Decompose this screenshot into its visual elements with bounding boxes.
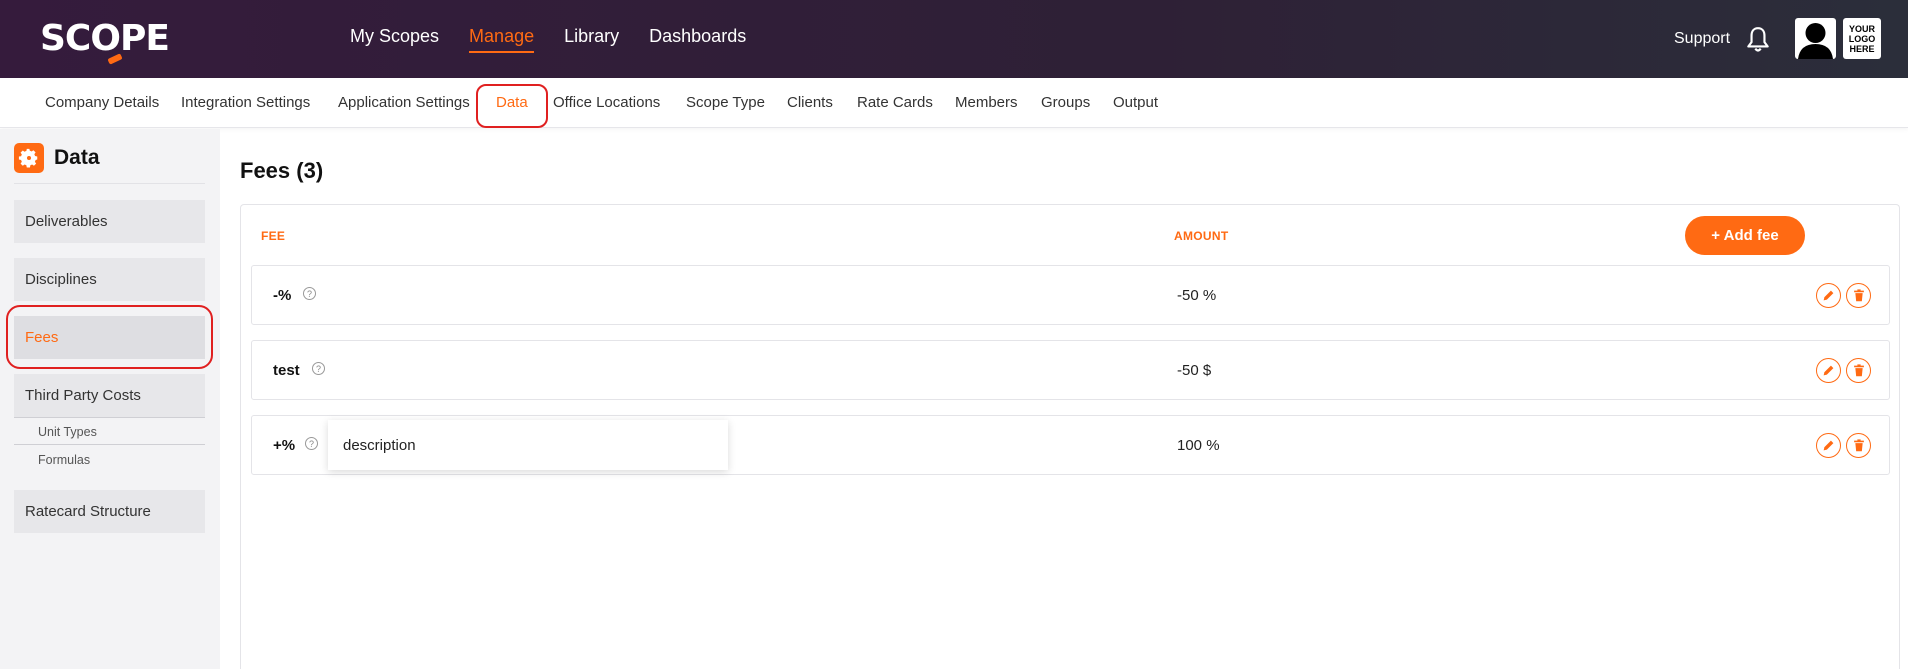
fee-amount: -50 % — [1177, 287, 1217, 304]
logo-text: SCOPE — [40, 18, 170, 59]
edit-button[interactable] — [1816, 433, 1841, 458]
subnav-application-settings[interactable]: Application Settings — [338, 94, 470, 111]
company-logo-text: YOUR LOGO HERE — [1848, 23, 1876, 54]
top-bar: SCOPE My Scopes Manage Library Dashboard… — [0, 0, 1908, 78]
sidebar-subitem-unit-types[interactable]: Unit Types — [38, 425, 97, 439]
sidebar-title: Data — [14, 143, 100, 173]
subnav-rate-cards[interactable]: Rate Cards — [857, 94, 933, 111]
bell-icon[interactable] — [1745, 26, 1771, 54]
sidebar-title-text: Data — [54, 146, 100, 169]
subnav-integration-settings[interactable]: Integration Settings — [181, 94, 310, 111]
pencil-icon — [1823, 440, 1834, 451]
fee-name: +% — [273, 437, 296, 454]
subnav-office-locations[interactable]: Office Locations — [553, 94, 660, 111]
gear-icon — [14, 143, 44, 173]
sidebar-item-label: Fees — [25, 329, 59, 346]
pencil-icon — [1823, 290, 1834, 301]
trash-icon — [1853, 289, 1864, 302]
subnav-company-details[interactable]: Company Details — [45, 94, 159, 111]
sidebar-item-ratecard-structure[interactable]: Ratecard Structure — [14, 490, 205, 533]
delete-button[interactable] — [1846, 283, 1871, 308]
sidebar-item-fees[interactable]: Fees — [14, 316, 205, 359]
subnav-data[interactable]: Data — [496, 94, 528, 111]
subnav-members[interactable]: Members — [955, 94, 1018, 111]
subnav-output[interactable]: Output — [1113, 94, 1158, 111]
page-title: Fees (3) — [240, 158, 324, 183]
tooltip-text: description — [343, 436, 416, 454]
help-icon[interactable]: ? — [303, 287, 316, 300]
main-nav-my-scopes[interactable]: My Scopes — [350, 26, 439, 53]
main-nav: My Scopes Manage Library Dashboards — [350, 26, 746, 53]
sidebar-item-label: Ratecard Structure — [25, 503, 151, 520]
subnav-groups[interactable]: Groups — [1041, 94, 1090, 111]
divider — [14, 417, 205, 418]
table-row: -% ? -50 % — [251, 265, 1890, 325]
trash-icon — [1853, 364, 1864, 377]
company-logo[interactable]: YOUR LOGO HERE — [1843, 18, 1881, 59]
edit-button[interactable] — [1816, 358, 1841, 383]
app-logo[interactable]: SCOPE — [40, 18, 170, 65]
add-fee-button[interactable]: + Add fee — [1685, 216, 1805, 255]
table-row: test ? -50 $ — [251, 340, 1890, 400]
sidebar-item-label: Disciplines — [25, 271, 97, 288]
column-header-fee: FEE — [261, 229, 286, 243]
delete-button[interactable] — [1846, 433, 1871, 458]
sidebar-item-label: Third Party Costs — [25, 387, 141, 404]
sidebar: Data Deliverables Disciplines Fees Third… — [0, 129, 220, 669]
fee-amount: 100 % — [1177, 437, 1220, 454]
fee-name: test — [273, 362, 300, 379]
column-header-amount: AMOUNT — [1174, 229, 1229, 243]
sidebar-item-third-party-costs[interactable]: Third Party Costs — [14, 374, 205, 417]
main-nav-dashboards[interactable]: Dashboards — [649, 26, 746, 53]
description-tooltip: description — [328, 420, 728, 470]
pencil-icon — [1823, 365, 1834, 376]
delete-button[interactable] — [1846, 358, 1871, 383]
sidebar-item-label: Deliverables — [25, 213, 108, 230]
main-nav-manage[interactable]: Manage — [469, 26, 535, 53]
sidebar-item-disciplines[interactable]: Disciplines — [14, 258, 205, 301]
sidebar-subitem-formulas[interactable]: Formulas — [38, 453, 90, 467]
user-avatar[interactable] — [1795, 18, 1836, 59]
fee-amount: -50 $ — [1177, 362, 1212, 379]
avatar-silhouette-icon — [1798, 23, 1833, 59]
divider — [14, 183, 205, 184]
edit-button[interactable] — [1816, 283, 1841, 308]
support-link[interactable]: Support — [1674, 30, 1730, 48]
help-icon[interactable]: ? — [305, 437, 318, 450]
subnav-scope-type[interactable]: Scope Type — [686, 94, 765, 111]
subnav-clients[interactable]: Clients — [787, 94, 833, 111]
trash-icon — [1853, 439, 1864, 452]
divider — [14, 444, 205, 445]
main-nav-library[interactable]: Library — [564, 26, 619, 53]
fee-name: -% — [273, 287, 292, 304]
manage-sub-nav: Company Details Integration Settings App… — [0, 78, 1908, 128]
sidebar-item-deliverables[interactable]: Deliverables — [14, 200, 205, 243]
help-icon[interactable]: ? — [312, 362, 325, 375]
